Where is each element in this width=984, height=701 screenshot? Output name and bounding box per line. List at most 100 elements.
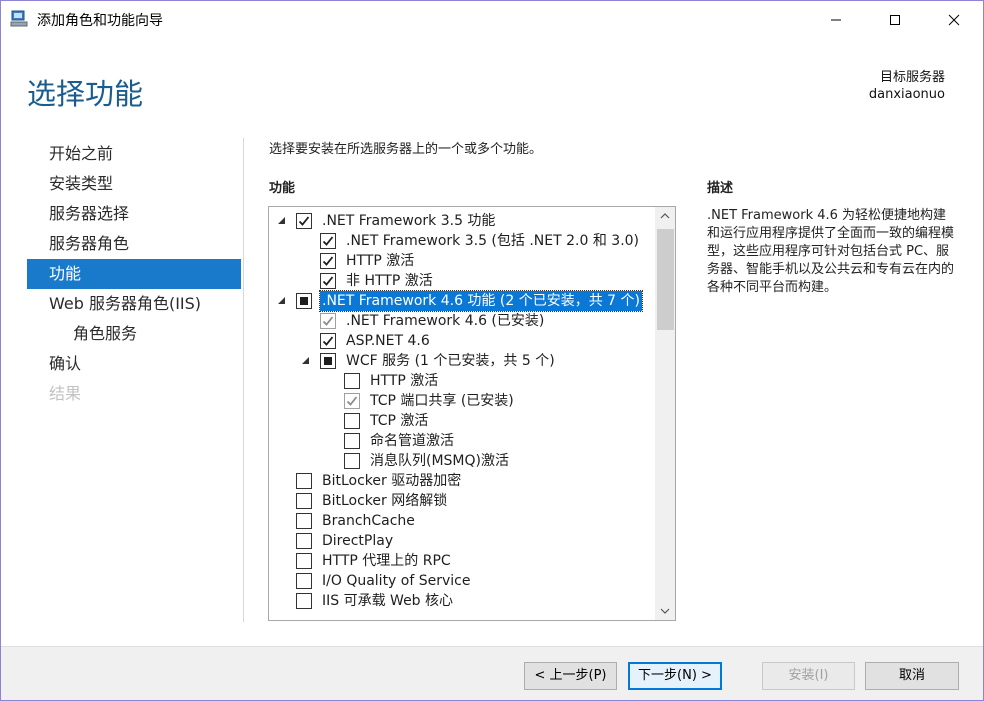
feature-label[interactable]: .NET Framework 3.5 功能 xyxy=(320,211,497,231)
feature-checkbox[interactable] xyxy=(320,253,336,269)
feature-row[interactable]: DirectPlay xyxy=(269,531,655,551)
feature-label[interactable]: ASP.NET 4.6 xyxy=(344,331,432,351)
feature-checkbox[interactable] xyxy=(296,513,312,529)
checkmark-icon xyxy=(322,316,334,326)
feature-row[interactable]: 命名管道激活 xyxy=(269,431,655,451)
feature-row[interactable]: BranchCache xyxy=(269,511,655,531)
chevron-up-icon xyxy=(660,213,670,219)
feature-row[interactable]: .NET Framework 4.6 功能 (2 个已安装，共 7 个) xyxy=(269,290,655,312)
scroll-down-button[interactable] xyxy=(655,602,675,620)
install-button[interactable]: 安装(I) xyxy=(762,662,855,690)
feature-checkbox[interactable] xyxy=(296,573,312,589)
feature-label[interactable]: .NET Framework 4.6 (已安装) xyxy=(344,311,546,331)
feature-row[interactable]: I/O Quality of Service xyxy=(269,571,655,591)
checkmark-icon xyxy=(322,236,334,246)
wizard-footer: < 上一步(P) 下一步(N) > 安装(I) 取消 xyxy=(1,646,983,700)
next-button[interactable]: 下一步(N) > xyxy=(628,662,722,690)
close-button[interactable] xyxy=(925,1,983,38)
feature-checkbox[interactable] xyxy=(344,453,360,469)
nav-item-7[interactable]: 确认 xyxy=(27,349,241,379)
checkmark-icon xyxy=(322,276,334,286)
feature-label[interactable]: I/O Quality of Service xyxy=(320,571,472,591)
feature-checkbox xyxy=(344,393,360,409)
nav-item-2[interactable]: 服务器选择 xyxy=(27,199,241,229)
cancel-button[interactable]: 取消 xyxy=(865,662,959,690)
minimize-icon xyxy=(831,19,841,20)
expand-arrow-icon[interactable] xyxy=(277,296,287,306)
wizard-navigation: 开始之前 安装类型 服务器选择 服务器角色 功能 Web 服务器角色(IIS) 角色服务 确认… xyxy=(27,139,241,409)
feature-checkbox[interactable] xyxy=(320,273,336,289)
nav-item-5[interactable]: Web 服务器角色(IIS) xyxy=(27,289,241,319)
vertical-scrollbar[interactable] xyxy=(655,207,675,620)
feature-checkbox[interactable] xyxy=(344,433,360,449)
feature-checkbox[interactable] xyxy=(296,553,312,569)
feature-row[interactable]: BitLocker 驱动器加密 xyxy=(269,471,655,491)
feature-label[interactable]: TCP 激活 xyxy=(368,411,430,431)
feature-label[interactable]: BitLocker 驱动器加密 xyxy=(320,471,463,491)
checkmark-icon xyxy=(346,396,358,406)
feature-row[interactable]: .NET Framework 3.5 功能 xyxy=(269,211,655,231)
feature-checkbox[interactable] xyxy=(320,333,336,349)
minimize-button[interactable] xyxy=(807,1,865,38)
feature-row[interactable]: WCF 服务 (1 个已安装，共 5 个) xyxy=(269,351,655,371)
scroll-up-button[interactable] xyxy=(655,207,675,225)
feature-checkbox[interactable] xyxy=(296,213,312,229)
expand-arrow-icon[interactable] xyxy=(301,356,311,366)
checkmark-icon xyxy=(322,336,334,346)
nav-item-1[interactable]: 安装类型 xyxy=(27,169,241,199)
nav-item-4[interactable]: 功能 xyxy=(27,259,241,289)
feature-checkbox[interactable] xyxy=(320,233,336,249)
scrollbar-thumb[interactable] xyxy=(657,229,674,330)
close-icon xyxy=(948,14,960,25)
feature-checkbox[interactable] xyxy=(296,493,312,509)
feature-label[interactable]: TCP 端口共享 (已安装) xyxy=(368,391,516,411)
feature-label[interactable]: 非 HTTP 激活 xyxy=(344,271,435,291)
feature-label[interactable]: BitLocker 网络解锁 xyxy=(320,491,449,511)
description-heading: 描述 xyxy=(707,181,734,196)
wizard-window: 添加角色和功能向导 选择功能 目标服务器 danxiaonuo 开始之前 安装类型… xyxy=(0,0,984,701)
feature-label[interactable]: WCF 服务 (1 个已安装，共 5 个) xyxy=(344,351,557,371)
feature-row[interactable]: HTTP 激活 xyxy=(269,371,655,391)
feature-checkbox[interactable] xyxy=(344,373,360,389)
feature-label[interactable]: HTTP 激活 xyxy=(368,371,440,391)
feature-label[interactable]: HTTP 激活 xyxy=(344,251,416,271)
feature-row[interactable]: BitLocker 网络解锁 xyxy=(269,491,655,511)
feature-checkbox[interactable] xyxy=(296,593,312,609)
feature-row[interactable]: HTTP 激活 xyxy=(269,251,655,271)
target-server-name: danxiaonuo xyxy=(868,87,945,102)
feature-checkbox[interactable] xyxy=(296,473,312,489)
expand-arrow-icon[interactable] xyxy=(277,216,287,226)
feature-checkbox[interactable] xyxy=(320,353,336,369)
chevron-down-icon xyxy=(660,608,670,614)
feature-checkbox[interactable] xyxy=(296,533,312,549)
feature-label[interactable]: .NET Framework 4.6 功能 (2 个已安装，共 7 个) xyxy=(319,290,643,312)
feature-row[interactable]: 消息队列(MSMQ)激活 xyxy=(269,451,655,471)
feature-row[interactable]: 非 HTTP 激活 xyxy=(269,271,655,291)
feature-label[interactable]: BranchCache xyxy=(320,511,417,531)
nav-item-3[interactable]: 服务器角色 xyxy=(27,229,241,259)
feature-row[interactable]: ASP.NET 4.6 xyxy=(269,331,655,351)
nav-item-6[interactable]: 角色服务 xyxy=(27,319,241,349)
features-tree[interactable]: .NET Framework 3.5 功能 .NET Framework 3.5 … xyxy=(268,206,676,621)
previous-button[interactable]: < 上一步(P) xyxy=(524,662,617,690)
feature-label[interactable]: 消息队列(MSMQ)激活 xyxy=(368,451,511,471)
feature-label[interactable]: 命名管道激活 xyxy=(368,431,456,451)
feature-row[interactable]: HTTP 代理上的 RPC xyxy=(269,551,655,571)
nav-divider xyxy=(243,138,244,622)
feature-label[interactable]: IIS 可承载 Web 核心 xyxy=(320,591,455,611)
feature-checkbox[interactable] xyxy=(344,413,360,429)
nav-item-0[interactable]: 开始之前 xyxy=(27,139,241,169)
feature-label[interactable]: .NET Framework 3.5 (包括 .NET 2.0 和 3.0) xyxy=(344,231,641,251)
title-bar[interactable]: 添加角色和功能向导 xyxy=(1,1,983,38)
feature-row[interactable]: TCP 激活 xyxy=(269,411,655,431)
description-text: .NET Framework 4.6 为轻松便捷地构建和运行应用程序提供了全面而… xyxy=(707,208,955,295)
feature-label[interactable]: HTTP 代理上的 RPC xyxy=(320,551,453,571)
feature-row[interactable]: .NET Framework 3.5 (包括 .NET 2.0 和 3.0) xyxy=(269,231,655,251)
feature-row[interactable]: .NET Framework 4.6 (已安装) xyxy=(269,311,655,331)
feature-checkbox[interactable] xyxy=(296,293,312,309)
feature-row[interactable]: TCP 端口共享 (已安装) xyxy=(269,391,655,411)
partial-check-icon xyxy=(300,297,308,305)
maximize-button[interactable] xyxy=(866,1,924,38)
feature-label[interactable]: DirectPlay xyxy=(320,531,395,551)
feature-row[interactable]: IIS 可承载 Web 核心 xyxy=(269,591,655,611)
